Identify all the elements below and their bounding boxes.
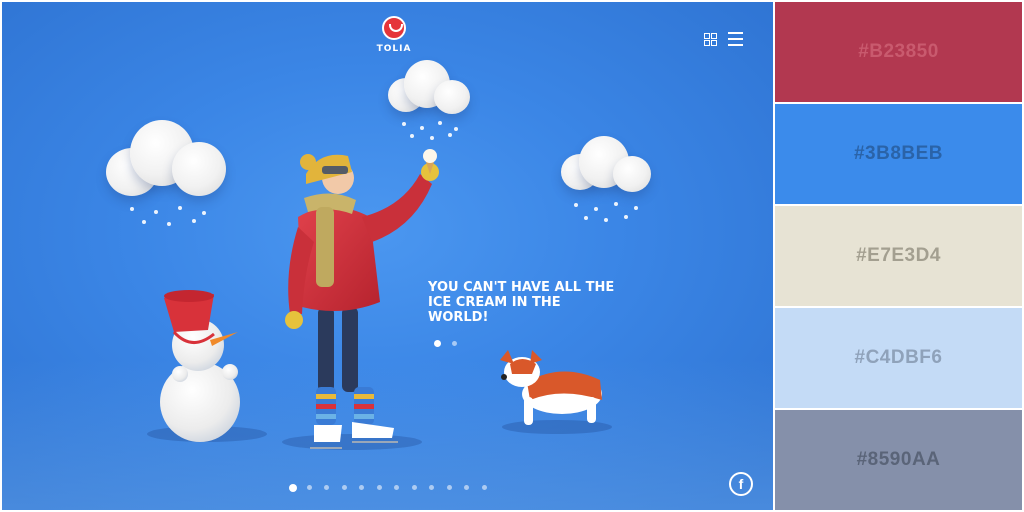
snowman [160,290,240,442]
swatch-label: #E7E3D4 [856,245,941,266]
headline-line: YOU CAN'T HAVE ALL THE [428,280,615,295]
page-dot[interactable] [464,485,469,490]
page-dot[interactable] [446,485,452,490]
page-dot[interactable] [324,485,329,490]
hero-scene: TOLIA YOU CAN'T HAVE ALL THE ICE CREAM I… [2,2,773,510]
page-dot[interactable] [359,485,364,490]
swatch-5[interactable]: #8590AA [775,410,1022,510]
facebook-icon: f [738,476,744,492]
swatch-1[interactable]: #B23850 [775,2,1022,102]
swatch-label: #B23850 [858,41,939,62]
hero-headline: YOU CAN'T HAVE ALL THE ICE CREAM IN THE … [428,280,638,325]
page-dot[interactable] [376,485,382,490]
swatch-label: #3B8BEB [853,143,944,164]
facebook-button[interactable]: f [729,472,753,496]
slide-dot[interactable] [434,340,441,347]
swatch-3[interactable]: #E7E3D4 [775,206,1022,306]
page-dot[interactable] [411,485,417,490]
app-frame: TOLIA YOU CAN'T HAVE ALL THE ICE CREAM I… [0,0,1024,512]
color-palette: #B23850 #3B8BEB #E7E3D4 #C4DBF6 #8590AA [775,2,1022,510]
headline-line: WORLD! [428,310,489,325]
swatch-label: #8590AA [856,449,941,470]
cloud-right [561,136,653,196]
swatch-2[interactable]: #3B8BEB [775,104,1022,204]
page-dot[interactable] [481,485,487,490]
headline-line: ICE CREAM IN THE [428,295,561,310]
page-dot[interactable] [394,485,399,490]
slide-dot[interactable] [452,341,457,346]
cloud-left [106,120,228,200]
skater-girl [285,149,439,449]
page-dot[interactable] [429,485,434,490]
page-dot[interactable] [341,485,347,490]
swatch-4[interactable]: #C4DBF6 [775,308,1022,408]
page-dot[interactable] [289,484,297,492]
swatch-label: #C4DBF6 [854,347,943,368]
cloud-center [388,60,472,116]
page-dot[interactable] [306,485,312,490]
corgi-dog [500,350,602,425]
